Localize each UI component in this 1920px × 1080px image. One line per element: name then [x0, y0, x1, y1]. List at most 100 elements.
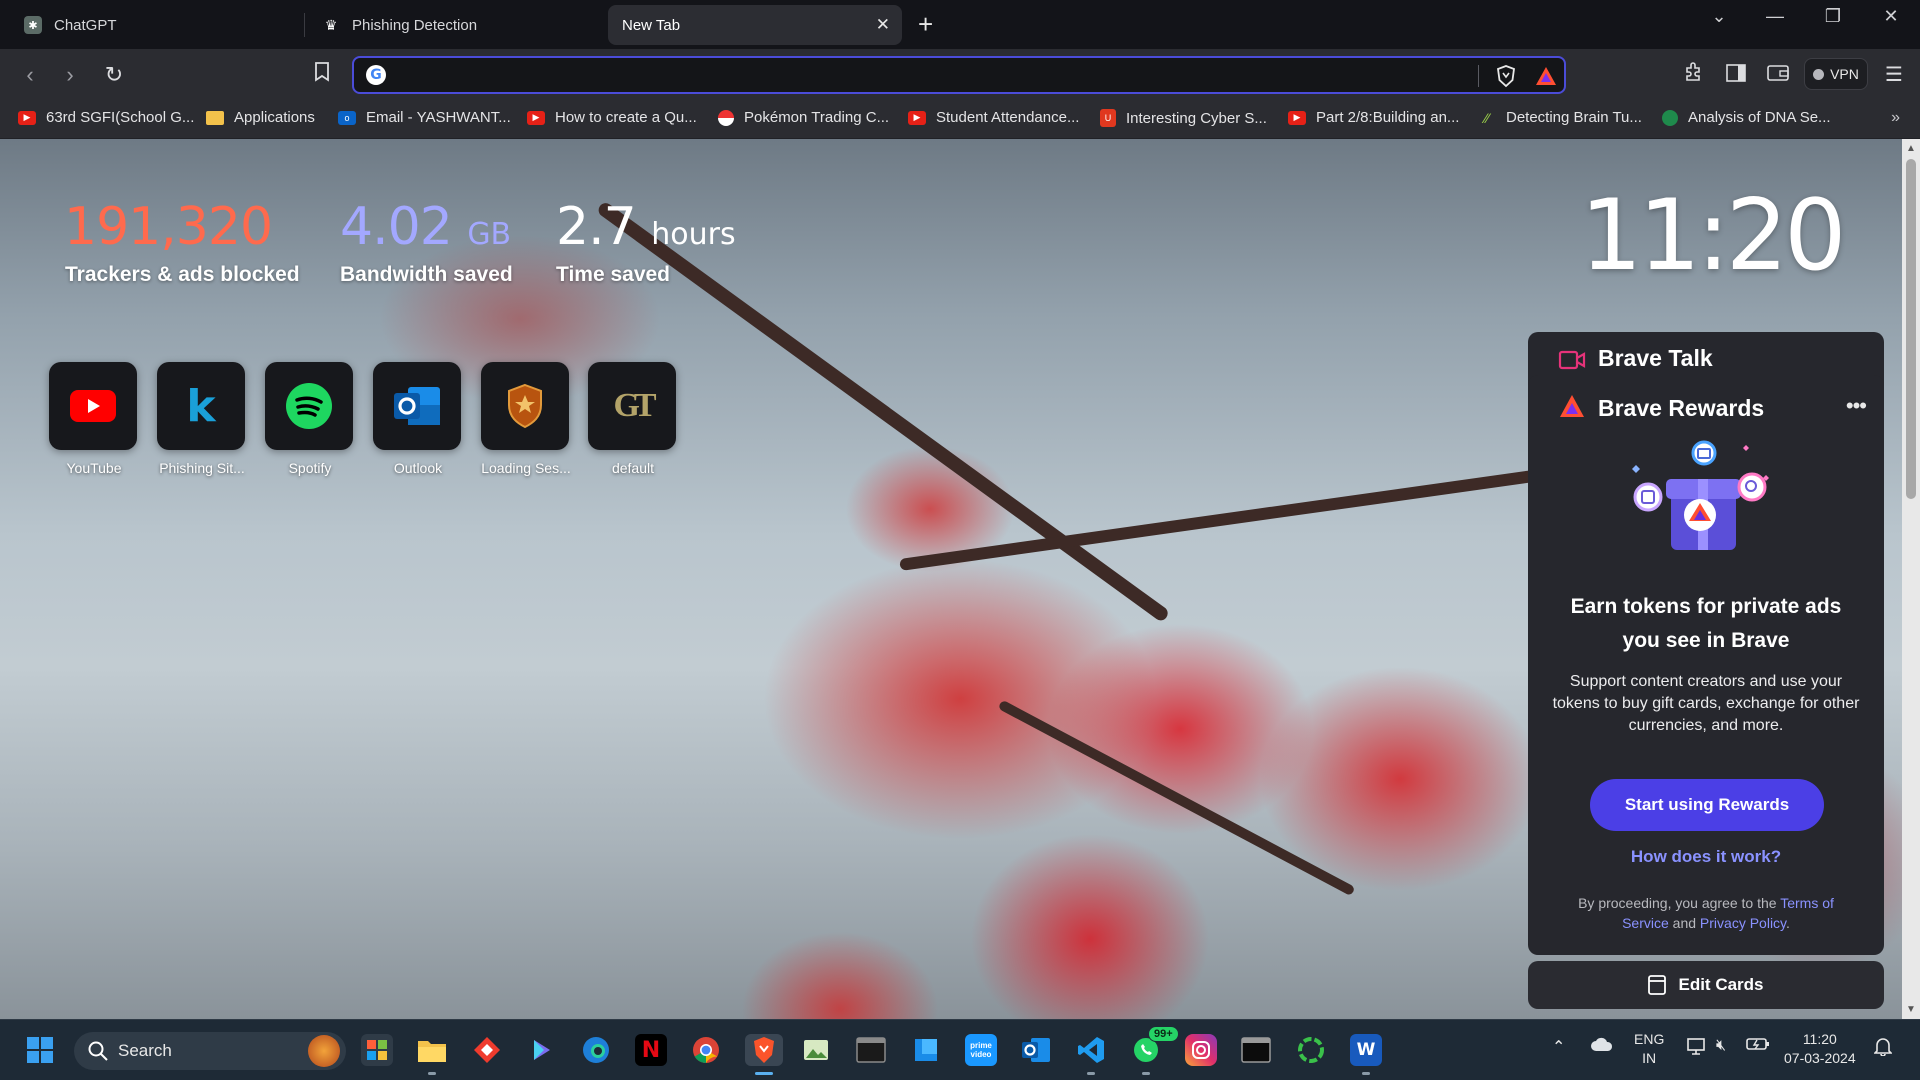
brave-rewards-icon[interactable]	[1534, 64, 1558, 93]
green-ring-app-icon[interactable]	[1295, 1034, 1327, 1066]
copilot-icon[interactable]	[526, 1034, 558, 1066]
legal-prefix: By proceeding, you agree to the	[1578, 895, 1777, 911]
scroll-up-icon[interactable]: ▲	[1902, 143, 1920, 154]
windows-start-icon[interactable]	[24, 1034, 56, 1066]
running-indicator	[1087, 1072, 1095, 1075]
forward-icon[interactable]: ›	[56, 61, 84, 89]
notification-bell-icon[interactable]	[1873, 1036, 1893, 1061]
show-hidden-icons-chevron-icon[interactable]: ⌃	[1552, 1038, 1565, 1057]
volume-muted-icon[interactable]: 🔇︎	[1716, 1036, 1726, 1055]
terminal-icon[interactable]	[855, 1034, 887, 1066]
new-tab-button[interactable]: +	[918, 10, 933, 38]
command-prompt-icon[interactable]	[1240, 1034, 1272, 1066]
taskbar-search[interactable]: Search	[74, 1032, 346, 1070]
more-options-icon[interactable]: •••	[1846, 393, 1867, 419]
rewards-illustration	[1632, 440, 1769, 550]
outlook-icon[interactable]	[1020, 1034, 1052, 1066]
anydesk-icon[interactable]	[471, 1034, 503, 1066]
restore-button[interactable]: ❐	[1810, 6, 1856, 27]
gt-logo-icon: GT	[588, 362, 676, 450]
bookmark-item[interactable]: ▶ 63rd SGFI(School G...	[18, 109, 194, 126]
k-logo-icon: k	[157, 362, 245, 450]
background-branch	[997, 699, 1356, 897]
video-camera-icon	[1558, 350, 1586, 370]
crown-icon: ♛	[324, 16, 338, 33]
chrome-icon[interactable]	[690, 1034, 722, 1066]
spotify-icon	[265, 362, 353, 450]
back-icon[interactable]: ‹	[16, 61, 44, 89]
extensions-icon[interactable]	[1680, 61, 1708, 90]
onedrive-icon[interactable]	[1590, 1036, 1614, 1057]
tab-chatgpt[interactable]: ✱ ChatGPT	[10, 5, 300, 45]
close-tab-icon[interactable]: ✕	[876, 15, 890, 35]
close-window-button[interactable]: ✕	[1868, 6, 1914, 27]
top-site-loading-session[interactable]: Loading Ses...	[481, 362, 571, 476]
top-site-youtube[interactable]: YouTube	[49, 362, 139, 476]
tab-search-chevron-icon[interactable]: ⌄	[1696, 6, 1742, 27]
vpn-status-icon	[1813, 68, 1825, 80]
battery-icon[interactable]	[1746, 1036, 1770, 1057]
new-tab-page: 191,320 Trackers & ads blocked 4.02 GB B…	[0, 139, 1920, 1019]
language-indicator[interactable]: ENG IN	[1634, 1030, 1664, 1068]
bookmark-item[interactable]: ▶ How to create a Qu...	[527, 109, 697, 126]
whatsapp-icon[interactable]: 99+	[1130, 1026, 1179, 1066]
brave-rewards-card: Brave Rewards ••• Earn tokens for privat…	[1528, 375, 1884, 955]
privacy-policy-link[interactable]: Privacy Policy	[1700, 915, 1786, 931]
bookmark-item[interactable]: Applications	[206, 109, 315, 126]
tab-phishing-detection[interactable]: ♛ Phishing Detection	[308, 5, 598, 45]
scroll-down-icon[interactable]: ▼	[1902, 1004, 1920, 1015]
rewards-legal-text: By proceeding, you agree to the Terms of…	[1558, 893, 1854, 933]
how-does-it-work-link[interactable]: How does it work?	[1528, 847, 1884, 867]
brave-talk-title: Brave Talk	[1598, 345, 1713, 371]
tab-title: Phishing Detection	[352, 16, 478, 34]
active-app-indicator	[755, 1072, 773, 1075]
tab-new-tab[interactable]: New Tab ✕	[608, 5, 902, 45]
address-bar[interactable]: G	[352, 56, 1566, 94]
language-code: ENG	[1634, 1031, 1665, 1047]
bookmark-item[interactable]: o Email - YASHWANT...	[338, 109, 511, 126]
bookmark-item[interactable]: Pokémon Trading C...	[718, 109, 889, 126]
bookmark-item[interactable]: ▶ Student Attendance...	[908, 109, 1079, 126]
bookmark-item[interactable]: ⁄⁄ Detecting Brain Tu...	[1478, 109, 1642, 126]
prime-video-icon[interactable]: prime video	[965, 1034, 997, 1066]
top-site-phishing[interactable]: k Phishing Sit...	[157, 362, 247, 476]
brave-icon[interactable]	[745, 1034, 783, 1066]
edit-cards-button[interactable]: Edit Cards	[1528, 961, 1884, 1009]
bookmarks-overflow-button[interactable]: »	[1891, 109, 1900, 127]
top-site-spotify[interactable]: Spotify	[265, 362, 355, 476]
edit-cards-label: Edit Cards	[1678, 975, 1764, 994]
youtube-icon: ▶	[908, 110, 926, 125]
wallet-icon[interactable]	[1764, 61, 1792, 89]
start-using-rewards-button[interactable]: Start using Rewards	[1590, 779, 1824, 831]
edge-icon[interactable]	[580, 1034, 612, 1066]
search-placeholder: Search	[118, 1041, 172, 1060]
menu-icon[interactable]: ☰	[1880, 61, 1908, 89]
widgets-icon[interactable]	[361, 1034, 393, 1066]
sidebar-icon[interactable]	[1722, 61, 1750, 89]
vpn-button[interactable]: VPN	[1804, 58, 1868, 90]
bookmark-item[interactable]: Analysis of DNA Se...	[1662, 109, 1831, 126]
top-site-default[interactable]: GT default	[588, 362, 678, 476]
scroll-thumb[interactable]	[1906, 159, 1916, 499]
bookmark-icon[interactable]	[308, 61, 336, 89]
bookmark-item[interactable]: U Interesting Cyber S...	[1100, 109, 1267, 127]
top-site-outlook[interactable]: Outlook	[373, 362, 463, 476]
minimize-button[interactable]: —	[1752, 6, 1798, 27]
file-explorer-icon[interactable]	[416, 1034, 448, 1066]
instagram-icon[interactable]	[1185, 1034, 1217, 1066]
reload-icon[interactable]: ↻	[100, 61, 128, 89]
netflix-icon[interactable]: N	[635, 1034, 667, 1066]
photos-icon[interactable]	[800, 1034, 832, 1066]
system-clock[interactable]: 11:20 07-03-2024	[1784, 1030, 1856, 1068]
word-icon[interactable]: W	[1350, 1034, 1382, 1066]
news-app-icon[interactable]	[910, 1034, 942, 1066]
bookmark-label: Email - YASHWANT...	[366, 109, 511, 126]
brave-shields-icon[interactable]	[1494, 64, 1518, 93]
network-icon[interactable]	[1686, 1036, 1706, 1061]
page-scrollbar[interactable]: ▲ ▼	[1902, 139, 1920, 1019]
vscode-icon[interactable]	[1075, 1034, 1107, 1066]
outlook-icon: o	[338, 110, 356, 125]
bookmark-item[interactable]: ▶ Part 2/8:Building an...	[1288, 109, 1459, 126]
vpn-label: VPN	[1830, 66, 1859, 82]
bookmark-label: 63rd SGFI(School G...	[46, 109, 195, 126]
